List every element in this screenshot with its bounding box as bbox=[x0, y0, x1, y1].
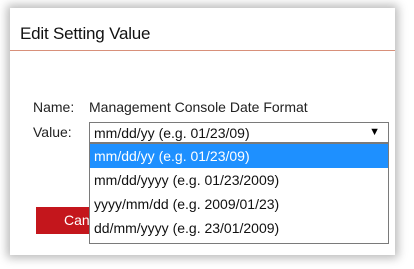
dialog-title: Edit Setting Value bbox=[20, 24, 151, 43]
value-label: Value: bbox=[33, 124, 72, 140]
dropdown-option[interactable]: mm/dd/yy (e.g. 01/23/09) bbox=[90, 144, 388, 168]
dropdown-option[interactable]: dd/mm/yyyy (e.g. 23/01/2009) bbox=[90, 216, 388, 240]
select-current-value: mm/dd/yy (e.g. 01/23/09) bbox=[94, 125, 250, 141]
name-label: Name: bbox=[33, 99, 75, 115]
value-dropdown-list: mm/dd/yy (e.g. 01/23/09) mm/dd/yyyy (e.g… bbox=[89, 143, 389, 244]
dropdown-option[interactable]: yyyy/mm/dd (e.g. 2009/01/23) bbox=[90, 192, 388, 216]
dialog-title-bar: Edit Setting Value bbox=[10, 8, 395, 51]
value-select[interactable]: mm/dd/yy (e.g. 01/23/09) ▼ bbox=[89, 122, 389, 143]
dropdown-option[interactable]: mm/dd/yyyy (e.g. 01/23/2009) bbox=[90, 168, 388, 192]
setting-name-value: Management Console Date Format bbox=[89, 99, 308, 115]
dropdown-arrow-icon[interactable]: ▼ bbox=[369, 126, 380, 138]
edit-setting-dialog: Edit Setting Value Name: Management Cons… bbox=[10, 8, 395, 255]
